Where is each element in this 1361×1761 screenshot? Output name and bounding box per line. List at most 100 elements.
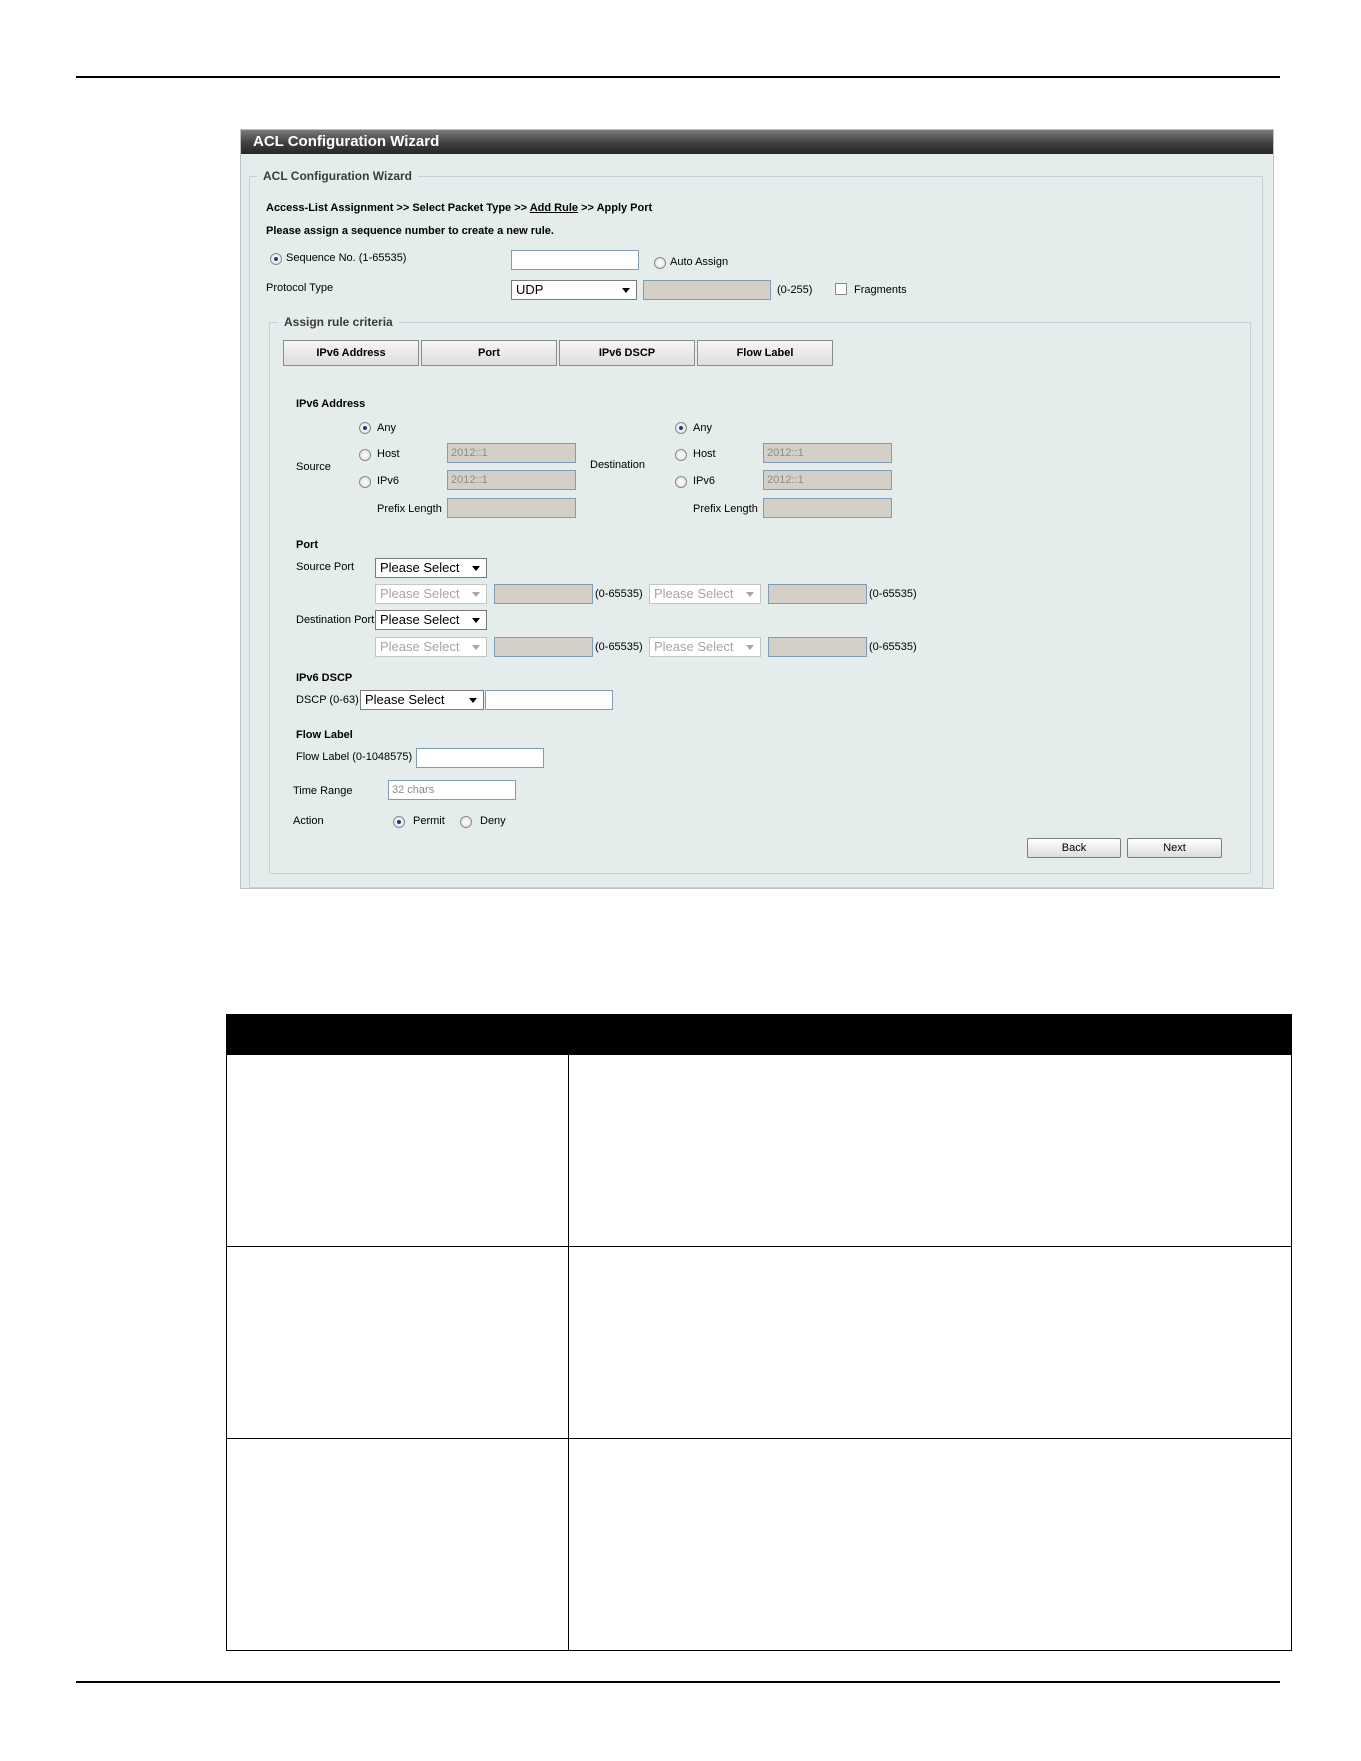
- ipv6-address-heading: IPv6 Address: [296, 398, 366, 410]
- dscp-select[interactable]: Please Select: [360, 690, 484, 710]
- source-ipv6-placeholder: 2012::1: [451, 474, 488, 486]
- table-row: [226, 1054, 1292, 1247]
- table-header-row: [226, 1014, 1292, 1055]
- destination-port-value: Please Select: [380, 612, 460, 627]
- table-cell: [226, 1246, 569, 1439]
- tab-port[interactable]: Port: [421, 340, 557, 366]
- time-range-input[interactable]: 32 chars: [388, 780, 516, 800]
- dscp-value: Please Select: [365, 692, 445, 707]
- dest-any-label: Any: [693, 422, 712, 434]
- source-prefix-label: Prefix Length: [377, 503, 442, 515]
- dest-ipv6-radio[interactable]: [675, 476, 687, 488]
- source-port-value: Please Select: [380, 560, 460, 575]
- dest-prefix-label: Prefix Length: [693, 503, 758, 515]
- source-any-label: Any: [377, 422, 396, 434]
- source-host-radio[interactable]: [359, 449, 371, 461]
- dest-ipv6-input: 2012::1: [763, 470, 892, 490]
- source-port-from-input: [494, 584, 593, 604]
- source-port-select[interactable]: Please Select: [375, 558, 487, 578]
- dest-any-radio[interactable]: [675, 422, 687, 434]
- dest-host-radio[interactable]: [675, 449, 687, 461]
- description-table: [226, 1014, 1292, 1651]
- source-port-op2-select: Please Select: [649, 584, 761, 604]
- destination-port-select[interactable]: Please Select: [375, 610, 487, 630]
- source-ipv6-label: IPv6: [377, 475, 400, 487]
- wizard-body: ACL Configuration Wizard Access-List Ass…: [241, 154, 1273, 888]
- deny-label: Deny: [480, 815, 506, 827]
- sequence-radio[interactable]: [270, 253, 282, 265]
- source-port-op1-select: Please Select: [375, 584, 487, 604]
- tab-ipv6-dscp[interactable]: IPv6 DSCP: [559, 340, 695, 366]
- dest-ipv6-label: IPv6: [693, 475, 716, 487]
- ipv6-dscp-heading: IPv6 DSCP: [296, 672, 353, 684]
- sequence-input[interactable]: [511, 250, 639, 270]
- dest-host-placeholder: 2012::1: [767, 447, 804, 459]
- dest-port-op2-value: Please Select: [654, 639, 734, 654]
- source-port-range1: (0-65535): [595, 588, 643, 600]
- dest-port-from-input: [494, 637, 593, 657]
- rule-criteria-legend: Assign rule criteria: [278, 315, 399, 329]
- tab-ipv6-address[interactable]: IPv6 Address: [283, 340, 419, 366]
- dest-port-to-input: [768, 637, 867, 657]
- dest-port-op1-select: Please Select: [375, 637, 487, 657]
- dest-host-label: Host: [693, 448, 716, 460]
- source-any-radio[interactable]: [359, 422, 371, 434]
- dest-port-range1: (0-65535): [595, 641, 643, 653]
- source-port-label: Source Port: [296, 561, 355, 573]
- dscp-input[interactable]: [485, 690, 613, 710]
- dest-port-op1-value: Please Select: [380, 639, 460, 654]
- protocol-type-select[interactable]: UDP: [511, 280, 637, 300]
- dest-port-op2-select: Please Select: [649, 637, 761, 657]
- deny-radio[interactable]: [460, 816, 472, 828]
- sequence-label: Sequence No. (1-65535): [286, 252, 407, 264]
- protocol-number-input: [643, 280, 771, 300]
- next-button[interactable]: Next: [1127, 838, 1222, 858]
- tab-flow-label[interactable]: Flow Label: [697, 340, 833, 366]
- footer-rule: [76, 1681, 1280, 1683]
- port-heading: Port: [296, 539, 318, 551]
- breadcrumb: Access-List Assignment >> Select Packet …: [266, 202, 652, 214]
- flow-label-label: Flow Label (0-1048575): [296, 751, 413, 763]
- table-cell: [226, 1054, 569, 1247]
- destination-label: Destination: [590, 459, 646, 471]
- table-row: [226, 1246, 1292, 1439]
- permit-label: Permit: [413, 815, 445, 827]
- source-host-input: 2012::1: [447, 443, 576, 463]
- protocol-range-label: (0-255): [777, 284, 813, 296]
- source-host-label: Host: [377, 448, 400, 460]
- source-prefix-input: [447, 498, 576, 518]
- flow-label-heading: Flow Label: [296, 729, 353, 741]
- table-header-cell: [226, 1014, 569, 1055]
- dest-ipv6-placeholder: 2012::1: [767, 474, 804, 486]
- auto-assign-label: Auto Assign: [670, 256, 729, 268]
- source-port-to-input: [768, 584, 867, 604]
- dest-port-range2: (0-65535): [869, 641, 917, 653]
- fragments-label: Fragments: [854, 284, 907, 296]
- time-range-label: Time Range: [293, 785, 353, 797]
- source-port-range2: (0-65535): [869, 588, 917, 600]
- source-port-op2-value: Please Select: [654, 586, 734, 601]
- breadcrumb-step-previous: Access-List Assignment >> Select Packet …: [266, 202, 528, 214]
- permit-radio[interactable]: [393, 816, 405, 828]
- dscp-label: DSCP (0-63): [296, 694, 359, 706]
- sequence-prompt: Please assign a sequence number to creat…: [266, 225, 554, 237]
- source-host-placeholder: 2012::1: [451, 447, 488, 459]
- breadcrumb-step-next: >> Apply Port: [581, 202, 653, 214]
- fragments-checkbox[interactable]: [835, 283, 847, 295]
- table-row: [226, 1438, 1292, 1651]
- time-range-placeholder: 32 chars: [392, 784, 435, 796]
- protocol-type-label: Protocol Type: [266, 282, 334, 294]
- table-cell: [568, 1438, 1292, 1651]
- source-port-op1-value: Please Select: [380, 586, 460, 601]
- protocol-type-value: UDP: [516, 282, 544, 297]
- action-label: Action: [293, 815, 324, 827]
- back-button[interactable]: Back: [1027, 838, 1121, 858]
- table-cell: [568, 1246, 1292, 1439]
- auto-assign-radio[interactable]: [654, 257, 666, 269]
- acl-wizard-panel: ACL Configuration Wizard ACL Configurati…: [240, 129, 1274, 889]
- source-ipv6-input: 2012::1: [447, 470, 576, 490]
- table-cell: [226, 1438, 569, 1651]
- flow-label-input[interactable]: [416, 748, 544, 768]
- source-ipv6-radio[interactable]: [359, 476, 371, 488]
- wizard-title: ACL Configuration Wizard: [241, 130, 1273, 154]
